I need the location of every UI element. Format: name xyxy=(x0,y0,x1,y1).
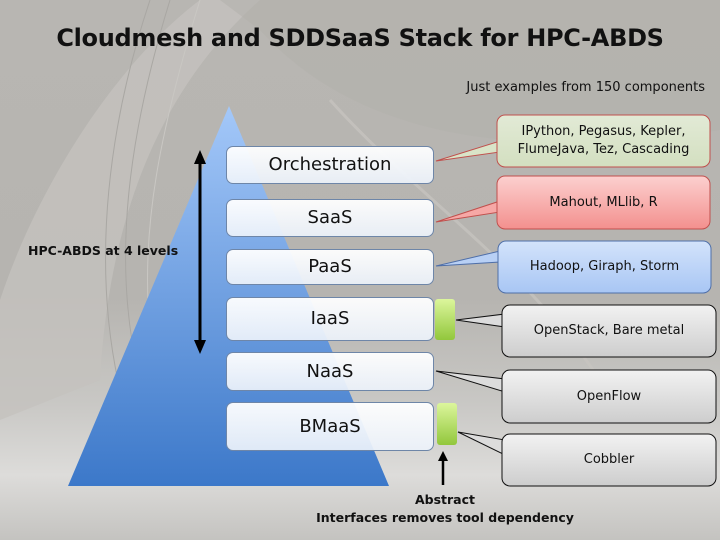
layer-paas: PaaS xyxy=(226,249,434,285)
pointer-iaas xyxy=(455,313,506,328)
callout-naas-tools: OpenFlow xyxy=(576,388,642,404)
pointer-saas xyxy=(435,200,501,223)
layer-bmaas: BMaaS xyxy=(226,402,434,451)
pointer-orchestration xyxy=(435,140,501,162)
abstract-note-line2: Interfaces removes tool dependency xyxy=(316,510,574,526)
pointer-bmaas xyxy=(457,431,506,456)
callout-orchestration-tools: IPython, Pegasus, Kepler, FlumeJava, Tez… xyxy=(517,124,690,157)
abstract-interfaces-note: Abstract Interfaces removes tool depende… xyxy=(300,491,590,527)
callout-saas-tools: Mahout, MLlib, R xyxy=(549,194,658,210)
callout-paas-tools: Hadoop, Giraph, Storm xyxy=(529,259,680,275)
layer-saas: SaaS xyxy=(226,199,434,237)
abstract-note-line1: Abstract xyxy=(414,492,476,507)
layer-orchestration: Orchestration xyxy=(226,146,434,184)
layer-naas: NaaS xyxy=(226,352,434,391)
interface-marker-iaas xyxy=(435,299,455,340)
pointer-naas xyxy=(435,370,506,393)
callout-iaas-tools: OpenStack, Bare metal xyxy=(533,323,685,339)
pointer-paas xyxy=(435,250,501,267)
callout-bmaas-tools: Cobbler xyxy=(583,452,635,468)
layer-iaas: IaaS xyxy=(226,297,434,341)
abstract-arrow xyxy=(438,451,448,485)
interface-marker-bmaas xyxy=(437,403,457,445)
levels-label: HPC-ABDS at 4 levels xyxy=(28,243,179,258)
